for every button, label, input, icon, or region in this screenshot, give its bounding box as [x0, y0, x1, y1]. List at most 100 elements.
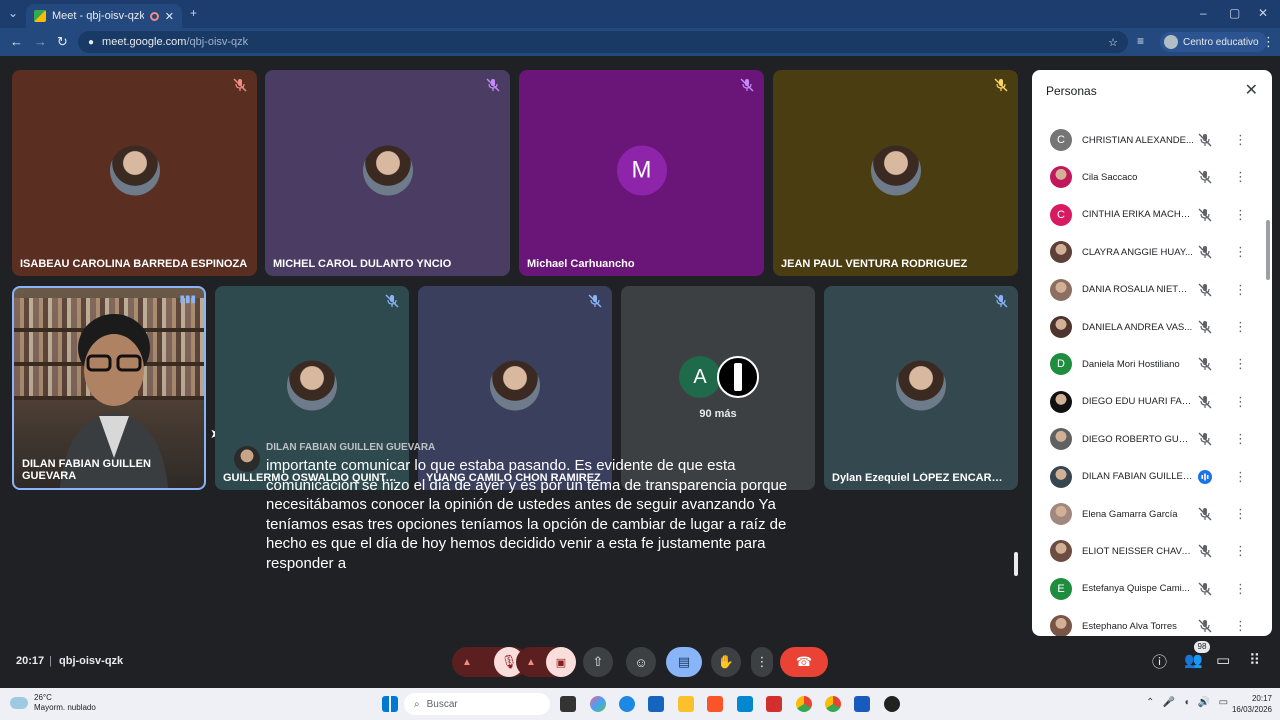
file-explorer-icon[interactable] — [678, 696, 694, 712]
captions-icon[interactable]: ▤ — [666, 647, 702, 677]
chrome-profile-icon[interactable] — [825, 696, 841, 712]
participant-name: DILAN FABIAN GUILLEN GUEVARA — [22, 458, 151, 482]
pdf-reader-icon[interactable] — [766, 696, 782, 712]
task-view-icon[interactable] — [560, 696, 576, 712]
media-control-icon[interactable]: ≡ — [1137, 34, 1144, 48]
caption-text: importante comunicar lo que estaba pasan… — [266, 457, 788, 572]
participant-tile[interactable]: Dylan Ezequiel LÓPEZ ENCARNA... — [824, 286, 1018, 490]
camera-off-icon[interactable]: ▣ — [546, 647, 576, 677]
participant-options-icon[interactable]: ⋮ — [1234, 469, 1247, 485]
participant-options-icon[interactable]: ⋮ — [1234, 581, 1247, 597]
word-icon[interactable] — [854, 696, 870, 712]
tab-title: Meet - qbj-oisv-qzk — [52, 10, 144, 22]
people-list-scrollbar[interactable] — [1266, 220, 1270, 280]
brave-icon[interactable] — [707, 696, 723, 712]
calculator-icon[interactable] — [648, 696, 664, 712]
system-tray[interactable]: ⌃ 🎤 ◖ 🔊 ▭ — [1146, 697, 1228, 708]
maximize-icon[interactable]: ▢ — [1229, 6, 1240, 20]
participant-name: MICHEL CAROL DULANTO YNCIO — [273, 258, 452, 270]
windows-start-icon[interactable] — [382, 696, 398, 712]
close-tab-icon[interactable]: ✕ — [165, 10, 174, 23]
participant-row[interactable]: DIEGO ROBERTO GUTI... ⋮ — [1032, 421, 1264, 457]
present-screen-icon[interactable]: ⇧ — [583, 647, 613, 677]
people-count-badge: 98 — [1194, 641, 1210, 653]
participant-row[interactable]: E Estefanya Quispe Cami... ⋮ — [1032, 571, 1264, 607]
recording-icon — [149, 11, 159, 21]
avatar — [287, 360, 337, 411]
participant-row[interactable]: DILAN FABIAN GUILLEN... ⋮ — [1032, 459, 1264, 495]
participant-tile[interactable]: MICHEL CAROL DULANTO YNCIO — [265, 70, 510, 276]
participant-row[interactable]: Cila Saccaco ⋮ — [1032, 159, 1264, 195]
minimize-icon[interactable]: – — [1200, 6, 1207, 20]
back-icon[interactable]: ← — [10, 34, 23, 49]
avatar — [870, 145, 921, 196]
mic-muted-icon — [1198, 507, 1212, 521]
reactions-icon[interactable]: ☺ — [626, 647, 656, 677]
participant-row[interactable]: C CINTHIA ERIKA MACHA... ⋮ — [1032, 197, 1264, 233]
address-bar[interactable]: ● meet.google.com/qbj-oisv-qzk ☆ — [78, 31, 1128, 53]
participant-options-icon[interactable]: ⋮ — [1234, 356, 1247, 372]
url-path: /qbj-oisv-qzk — [186, 36, 249, 48]
participant-options-icon[interactable]: ⋮ — [1234, 618, 1247, 634]
tab-list-icon[interactable]: ⌄ — [8, 6, 18, 20]
close-panel-icon[interactable]: ✕ — [1245, 80, 1258, 100]
participant-options-icon[interactable]: ⋮ — [1234, 319, 1247, 335]
weather-widget[interactable]: 26°C Mayorm. nublado — [10, 693, 96, 713]
url-host: meet.google.com — [102, 36, 187, 48]
new-tab-icon[interactable]: + — [190, 6, 197, 20]
participant-row[interactable]: ELIOT NEISSER CHAVAR... ⋮ — [1032, 533, 1264, 569]
raise-hand-icon[interactable]: ✋ — [711, 647, 741, 677]
participant-row[interactable]: CLAYRA ANGGIE HUAY... ⋮ — [1032, 234, 1264, 270]
participant-row[interactable]: Elena Gamarra García ⋮ — [1032, 496, 1264, 532]
bookmark-star-icon[interactable]: ☆ — [1108, 36, 1118, 49]
app-icon[interactable] — [737, 696, 753, 712]
participant-name: Dylan Ezequiel LÓPEZ ENCARNA... — [832, 472, 1010, 484]
close-window-icon[interactable]: ✕ — [1258, 6, 1268, 20]
mic-muted-icon — [1198, 544, 1212, 558]
participant-options-icon[interactable]: ⋮ — [1234, 506, 1247, 522]
chatgpt-icon[interactable] — [884, 696, 900, 712]
participant-options-icon[interactable]: ⋮ — [1234, 244, 1247, 260]
meeting-info-icon[interactable]: ⓘ — [1152, 651, 1167, 672]
activities-icon[interactable]: ⠿ — [1249, 651, 1260, 669]
participant-row[interactable]: DIEGO EDU HUARI FAJ... ⋮ — [1032, 384, 1264, 420]
participant-row[interactable]: DANIA ROSALIA NIETO ... ⋮ — [1032, 272, 1264, 308]
participant-options-icon[interactable]: ⋮ — [1234, 543, 1247, 559]
participant-tile[interactable]: M Michael Carhuancho — [519, 70, 764, 276]
more-options-icon[interactable]: ⋮ — [751, 647, 773, 677]
mic-options-icon[interactable]: ▲ — [462, 657, 472, 668]
profile-button[interactable]: Centro educativo — [1160, 32, 1267, 52]
reload-icon[interactable]: ↻ — [57, 34, 68, 50]
system-clock[interactable]: 20:17 16/03/2026 — [1222, 693, 1272, 715]
chrome-icon[interactable] — [796, 696, 812, 712]
weather-condition: Mayorm. nublado — [34, 703, 96, 712]
participant-row[interactable]: C CHRISTIAN ALEXANDE... ⋮ — [1032, 122, 1264, 158]
participant-tile[interactable]: ISABEAU CAROLINA BARREDA ESPINOZA — [12, 70, 257, 276]
forward-icon[interactable]: → — [34, 34, 47, 49]
site-info-icon[interactable]: ● — [88, 37, 94, 48]
participant-row[interactable]: D Daniela Mori Hostiliano ⋮ — [1032, 346, 1264, 382]
participant-options-icon[interactable]: ⋮ — [1234, 169, 1247, 185]
self-video-tile[interactable]: ▮▮▮ DILAN FABIAN GUILLEN GUEVARA — [12, 286, 206, 490]
camera-options-icon[interactable]: ▲ — [526, 657, 536, 668]
copilot-icon[interactable] — [590, 696, 606, 712]
participant-options-icon[interactable]: ⋮ — [1234, 282, 1247, 298]
leave-call-icon[interactable]: ☎ — [780, 647, 828, 677]
chat-icon[interactable]: ▭ — [1216, 651, 1230, 669]
participant-tile[interactable]: JEAN PAUL VENTURA RODRIGUEZ — [773, 70, 1018, 276]
taskbar-search[interactable]: ⌕ Buscar — [404, 693, 550, 715]
participant-row[interactable]: Estephano Alva Torres ⋮ — [1032, 608, 1264, 636]
browser-menu-icon[interactable]: ⋮ — [1262, 34, 1275, 50]
caption-scrollbar[interactable] — [1014, 552, 1018, 576]
participant-options-icon[interactable]: ⋮ — [1234, 394, 1247, 410]
people-icon[interactable]: 👥 — [1184, 651, 1203, 669]
browser-tab[interactable]: Meet - qbj-oisv-qzk ✕ — [26, 4, 182, 28]
participant-name: Michael Carhuancho — [527, 258, 635, 270]
participant-options-icon[interactable]: ⋮ — [1234, 132, 1247, 148]
participant-options-icon[interactable]: ⋮ — [1234, 207, 1247, 223]
participant-row[interactable]: DANIELA ANDREA VAS... ⋮ — [1032, 309, 1264, 345]
edge-icon[interactable] — [619, 696, 635, 712]
mic-muted-icon — [486, 78, 500, 92]
profile-avatar — [1164, 35, 1178, 49]
participant-options-icon[interactable]: ⋮ — [1234, 431, 1247, 447]
